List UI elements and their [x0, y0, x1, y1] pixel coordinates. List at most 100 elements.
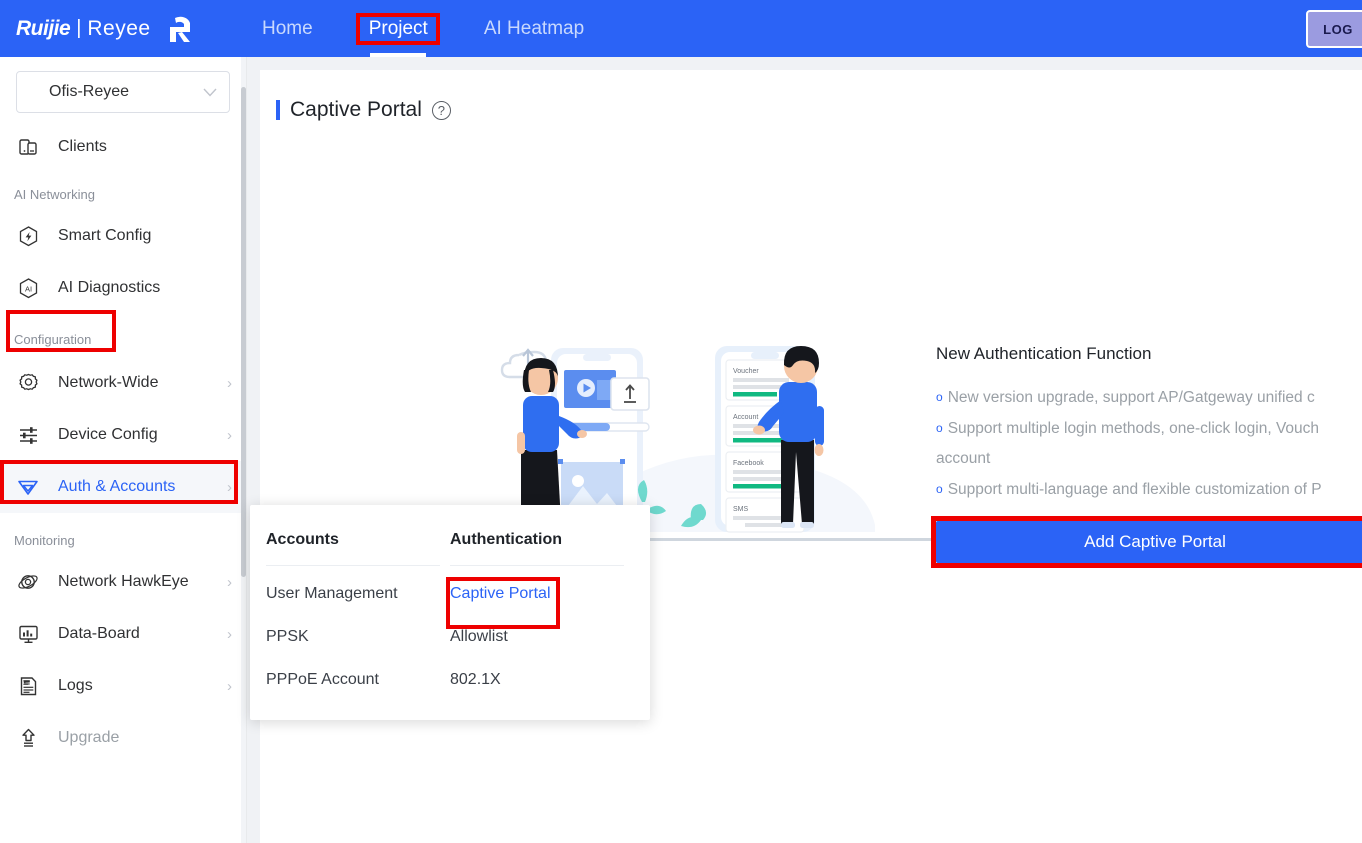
- flyout-columns: Accounts User Management PPSK PPPoE Acco…: [250, 505, 650, 701]
- add-captive-portal-button[interactable]: Add Captive Portal: [936, 521, 1362, 563]
- sidebar-item-upgrade[interactable]: Upgrade: [0, 712, 246, 764]
- sidebar-item-ai-diagnostics[interactable]: AI AI Diagnostics: [0, 262, 246, 314]
- sidebar-group-monitoring-label: Monitoring: [14, 533, 75, 548]
- flyout-link-captive-portal[interactable]: Captive Portal: [450, 572, 551, 615]
- info-line-3-text: Support multi-language and flexible cust…: [947, 481, 1322, 498]
- sidebar-menu: Clients AI Networking Smart Config AI AI…: [0, 121, 246, 764]
- login-button[interactable]: LOG: [1306, 10, 1362, 48]
- help-icon[interactable]: ?: [431, 100, 451, 120]
- sidebar-item-network-wide-label: Network-Wide: [58, 374, 159, 391]
- sliders-icon: [14, 421, 42, 449]
- page-title: Captive Portal: [290, 98, 422, 121]
- chevron-down-icon: [203, 85, 217, 100]
- flyout-link-allowlist[interactable]: Allowlist: [450, 615, 508, 658]
- page-title-row: Captive Portal ?: [260, 70, 1362, 122]
- flyout-link-user-management[interactable]: User Management: [266, 572, 398, 615]
- sidebar-scrollbar-thumb[interactable]: [241, 87, 246, 577]
- info-panel: New Authentication Function o New version…: [936, 344, 1362, 505]
- nav-item-project[interactable]: Project: [341, 0, 456, 57]
- brand-name-secondary: Reyee: [87, 16, 151, 40]
- sidebar-item-device-config[interactable]: Device Config ›: [0, 409, 246, 461]
- chevron-right-icon: ›: [227, 677, 232, 695]
- flyout-link-8021x[interactable]: 802.1X: [450, 658, 501, 701]
- svg-text:Account: Account: [733, 414, 758, 421]
- nav-item-project-label: Project: [368, 17, 428, 39]
- sidebar-item-network-wide[interactable]: Network-Wide ›: [0, 357, 246, 409]
- sidebar: Ofis-Reyee Clients AI Networking Smart C…: [0, 57, 247, 843]
- sidebar-item-network-hawkeye[interactable]: Network HawkEye ›: [0, 556, 246, 608]
- sidebar-item-device-config-label: Device Config: [58, 426, 158, 443]
- svg-text:Log: Log: [23, 679, 30, 684]
- svg-text:SMS: SMS: [733, 506, 749, 513]
- sidebar-group-ai-networking: AI Networking: [0, 173, 246, 210]
- info-panel-title: New Authentication Function: [936, 344, 1152, 363]
- chevron-right-icon: ›: [227, 478, 232, 496]
- sidebar-item-clients[interactable]: Clients: [0, 121, 246, 173]
- top-header: Ruijie | Reyee Home Project AI Heatmap L…: [0, 0, 1362, 57]
- brand-separator: |: [76, 17, 82, 39]
- upgrade-icon: [14, 724, 42, 752]
- sidebar-item-upgrade-label: Upgrade: [58, 729, 120, 746]
- sidebar-item-logs-label: Logs: [58, 677, 93, 694]
- gear-icon: [14, 369, 42, 397]
- main-nav: Home Project AI Heatmap: [234, 0, 612, 57]
- info-line-2: o Support multiple login methods, one-cli…: [936, 413, 1362, 444]
- sidebar-group-ai-networking-label: AI Networking: [14, 187, 95, 202]
- chevron-right-icon: ›: [227, 573, 232, 591]
- logs-icon: Log: [14, 672, 42, 700]
- chevron-right-icon: ›: [227, 625, 232, 643]
- app-root: Ruijie | Reyee Home Project AI Heatmap L…: [0, 0, 1362, 843]
- bullet-icon: o: [936, 421, 943, 435]
- nav-item-home-label: Home: [262, 17, 313, 39]
- flyout-column-authentication: Authentication Captive Portal Allowlist …: [446, 531, 634, 701]
- sidebar-item-ai-diagnostics-label: AI Diagnostics: [58, 279, 161, 296]
- flyout-link-pppoe-account[interactable]: PPPoE Account: [266, 658, 379, 701]
- auth-accounts-flyout-menu: Accounts User Management PPSK PPPoE Acco…: [250, 505, 650, 720]
- project-selector[interactable]: Ofis-Reyee: [16, 71, 230, 113]
- svg-text:Voucher: Voucher: [733, 368, 759, 375]
- brand-name-primary: Ruijie: [16, 16, 71, 40]
- nav-item-ai-heatmap[interactable]: AI Heatmap: [456, 0, 612, 57]
- content-card: Captive Portal ? Voucher Account Faceboo…: [260, 70, 1362, 843]
- project-selector-value: Ofis-Reyee: [49, 83, 130, 100]
- sidebar-item-network-hawkeye-label: Network HawkEye: [58, 573, 189, 590]
- page-title-accent-bar: [276, 100, 280, 120]
- sidebar-item-auth-accounts[interactable]: Auth & Accounts ›: [0, 460, 246, 513]
- info-line-2-text: Support multiple login methods, one-clic…: [947, 420, 1320, 437]
- brand-logo[interactable]: Ruijie | Reyee: [0, 0, 200, 57]
- sidebar-scrollbar-track[interactable]: [241, 57, 246, 843]
- sidebar-group-configuration: Configuration: [0, 310, 246, 357]
- sidebar-item-logs[interactable]: Log Logs ›: [0, 660, 246, 712]
- data-board-icon: [14, 620, 42, 648]
- chevron-right-icon: ›: [227, 426, 232, 444]
- flyout-link-ppsk[interactable]: PPSK: [266, 615, 309, 658]
- smart-config-icon: [14, 222, 42, 250]
- sidebar-group-configuration-label: Configuration: [14, 332, 92, 347]
- svg-text:Facebook: Facebook: [733, 460, 764, 467]
- sidebar-item-smart-config-label: Smart Config: [58, 227, 152, 244]
- info-line-2-continuation: account: [936, 450, 991, 467]
- bullet-icon: o: [936, 390, 943, 404]
- info-line-1: o New version upgrade, support AP/Gatgewa…: [936, 382, 1362, 413]
- flyout-column-accounts: Accounts User Management PPSK PPPoE Acco…: [266, 531, 450, 701]
- nav-item-ai-heatmap-label: AI Heatmap: [483, 17, 585, 39]
- sidebar-item-auth-accounts-label: Auth & Accounts: [58, 478, 176, 495]
- sidebar-item-data-board-label: Data-Board: [58, 625, 140, 642]
- ai-diagnostics-icon: AI: [14, 274, 42, 302]
- ruijie-logo-mark-icon: [163, 14, 197, 44]
- flyout-heading-authentication: Authentication: [450, 531, 624, 566]
- sidebar-item-smart-config[interactable]: Smart Config: [0, 210, 246, 262]
- sidebar-group-monitoring: Monitoring: [0, 513, 246, 556]
- sidebar-item-clients-label: Clients: [58, 138, 107, 155]
- hawkeye-icon: [14, 568, 42, 596]
- info-line-3: o Support multi-language and flexible cus…: [936, 474, 1362, 505]
- main-content: Captive Portal ? Voucher Account Faceboo…: [247, 57, 1362, 843]
- clients-icon: [14, 133, 42, 161]
- info-line-1-text: New version upgrade, support AP/Gatgeway…: [947, 389, 1315, 406]
- bullet-icon: o: [936, 482, 943, 496]
- shield-icon: [14, 473, 42, 501]
- chevron-right-icon: ›: [227, 374, 232, 392]
- nav-item-home[interactable]: Home: [234, 0, 341, 57]
- sidebar-item-data-board[interactable]: Data-Board ›: [0, 608, 246, 660]
- svg-text:AI: AI: [24, 284, 31, 293]
